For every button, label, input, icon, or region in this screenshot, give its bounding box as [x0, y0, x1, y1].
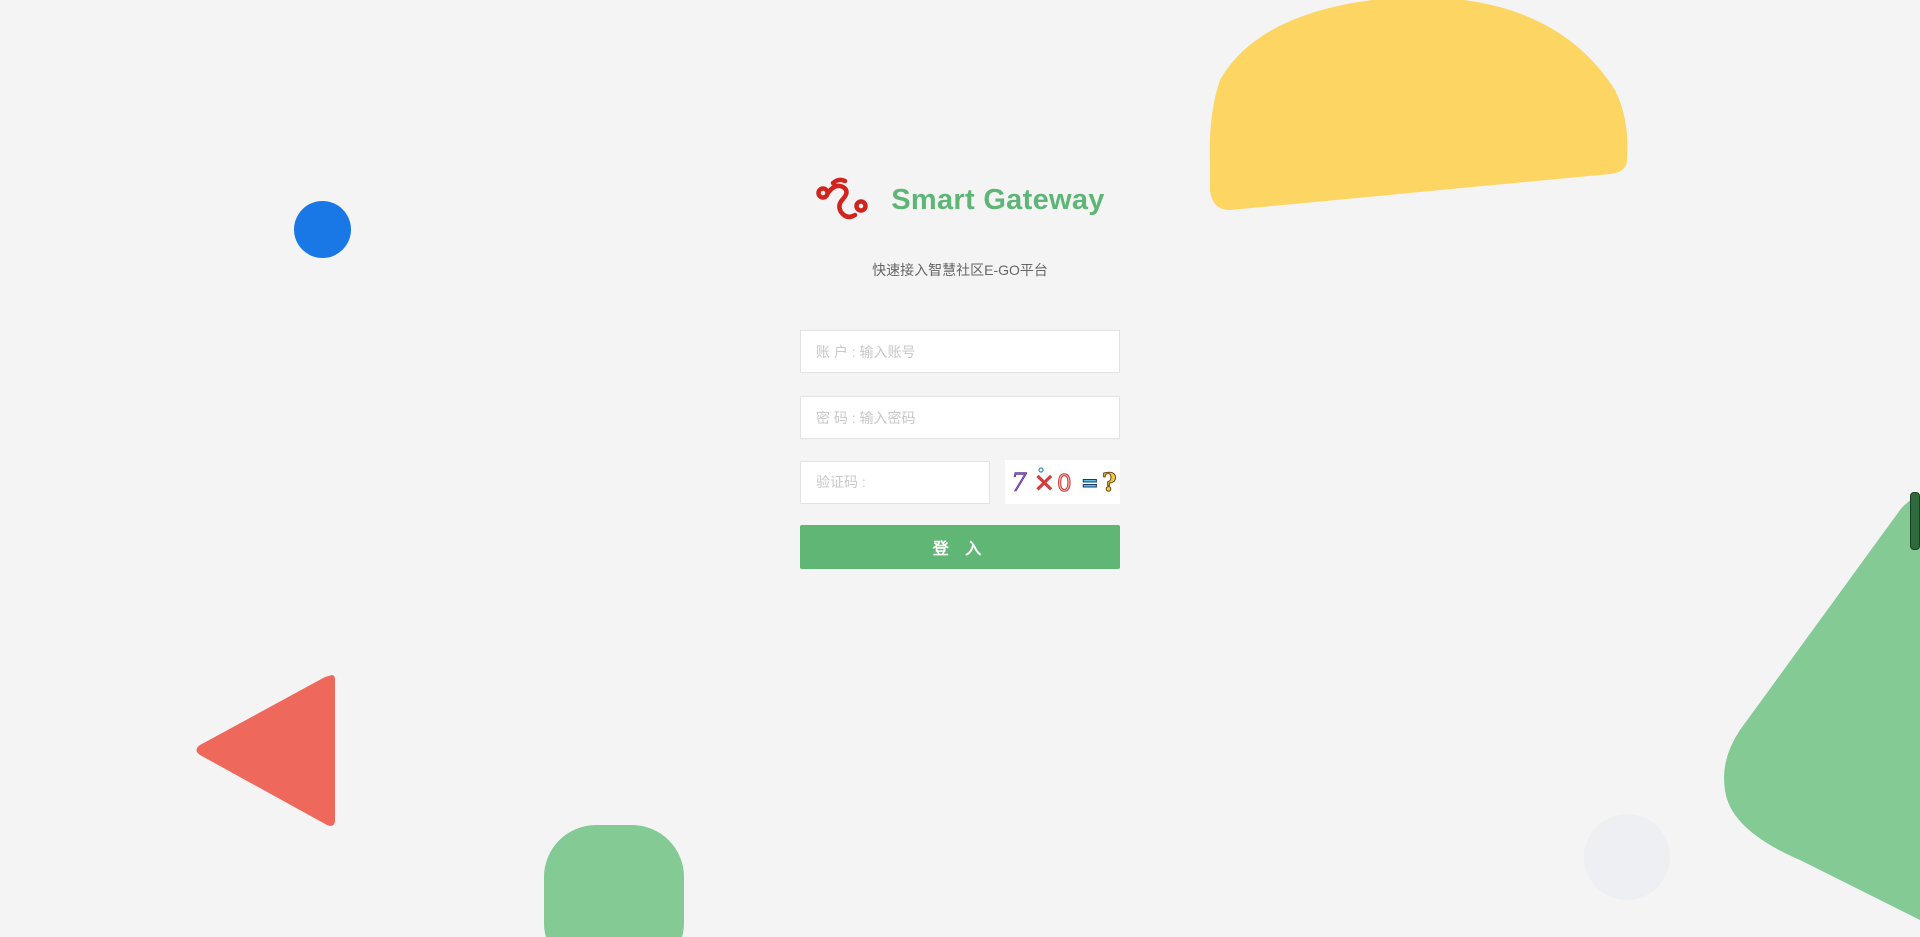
- brand-title: Smart Gateway: [891, 183, 1105, 216]
- scrollbar-handle[interactable]: [1910, 492, 1920, 550]
- gateway-logo-icon: [816, 177, 869, 220]
- account-input[interactable]: [800, 330, 1120, 373]
- svg-text:?: ?: [1102, 468, 1117, 497]
- green-rounded-square-decoration: [544, 825, 684, 937]
- login-page: Smart Gateway 快速接入智慧社区E-GO平台 7 × 0 = ? 登…: [0, 0, 1920, 937]
- captcha-row: 7 × 0 = ?: [800, 460, 1120, 504]
- password-input[interactable]: [800, 396, 1120, 439]
- login-panel: Smart Gateway 快速接入智慧社区E-GO平台 7 × 0 = ? 登…: [800, 170, 1120, 569]
- brand-subtitle: 快速接入智慧社区E-GO平台: [872, 262, 1048, 278]
- login-button[interactable]: 登 入: [800, 525, 1120, 569]
- svg-text:×: ×: [1033, 467, 1056, 498]
- faint-circle-decoration: [1584, 814, 1670, 900]
- brand-header: Smart Gateway: [800, 170, 1120, 230]
- svg-text:=: =: [1081, 471, 1099, 495]
- captcha-image[interactable]: 7 × 0 = ?: [1005, 460, 1120, 504]
- red-triangle-decoration: [196, 675, 335, 826]
- captcha-graphic: 7 × 0 = ?: [1011, 467, 1117, 498]
- svg-text:7: 7: [1011, 468, 1027, 497]
- green-triangle-decoration: [1724, 495, 1920, 920]
- blue-circle-decoration: [294, 201, 351, 258]
- captcha-input[interactable]: [800, 460, 990, 504]
- yellow-semicircle-decoration: [1209, 0, 1628, 210]
- svg-text:0: 0: [1057, 471, 1072, 497]
